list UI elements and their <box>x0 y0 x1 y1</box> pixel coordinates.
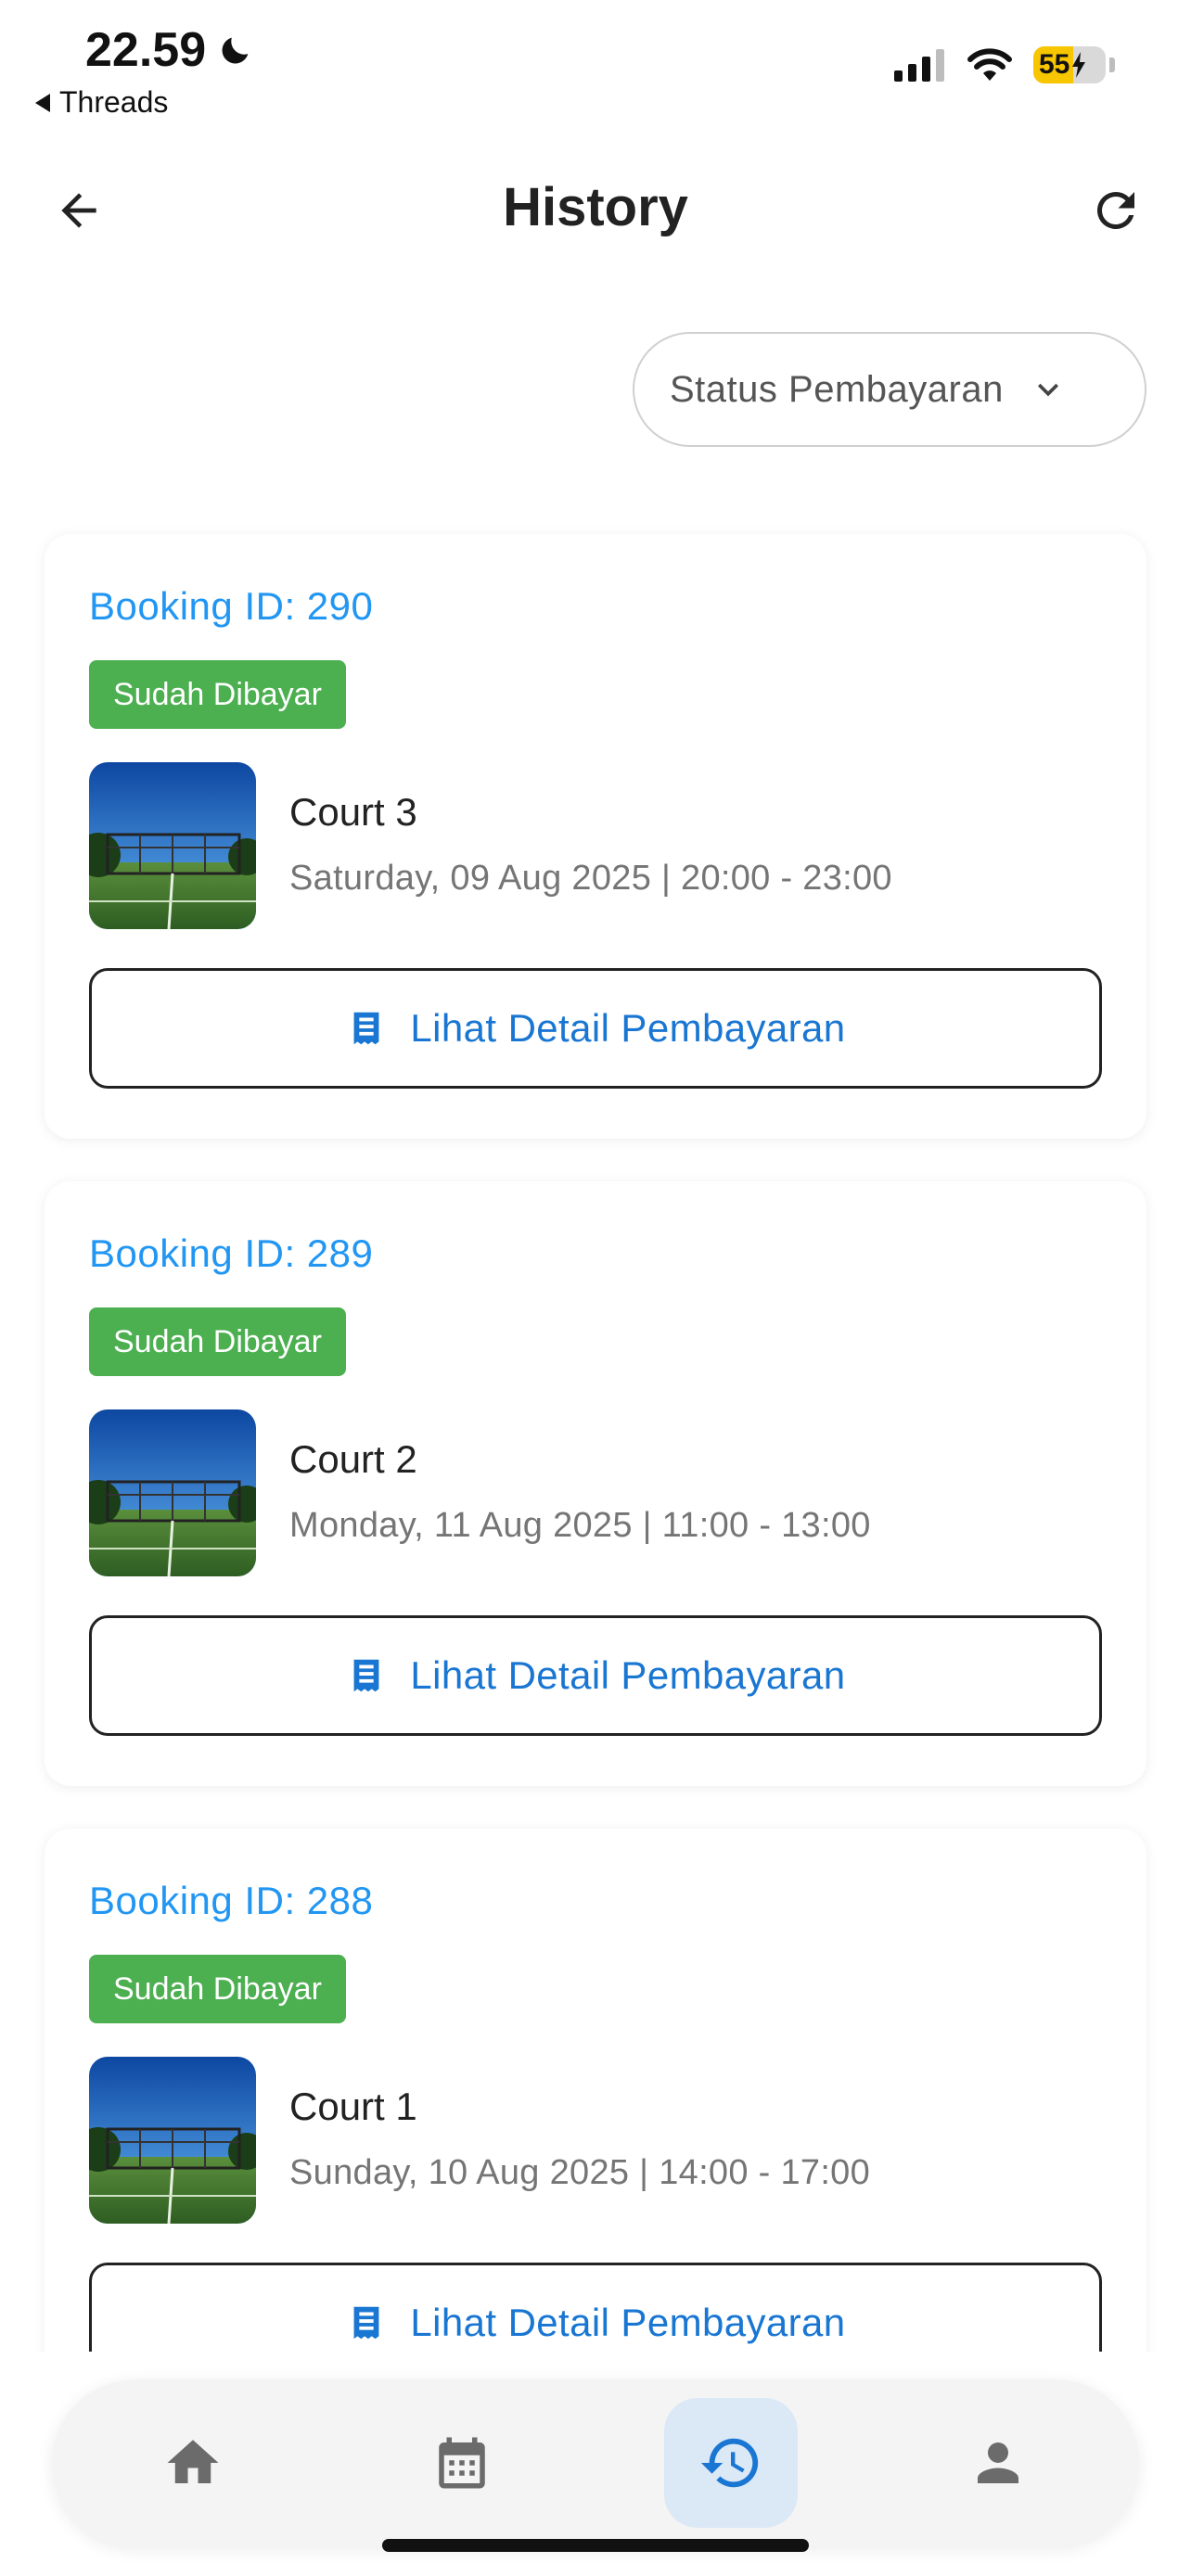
calendar-icon <box>439 2437 485 2489</box>
view-payment-detail-label: Lihat Detail Pembayaran <box>410 2301 846 2344</box>
booking-id: Booking ID: 288 <box>89 1879 374 1922</box>
nav-home[interactable] <box>126 2398 260 2528</box>
court-name: Court 2 <box>289 1437 417 1481</box>
battery-level: 55 <box>1039 49 1070 80</box>
booking-card: Booking ID: 288 Sudah Dibayar Court 1 Su… <box>45 1829 1146 2433</box>
court-thumbnail <box>89 762 256 929</box>
bottom-navigation <box>52 2379 1139 2546</box>
booking-id: Booking ID: 289 <box>89 1231 374 1275</box>
chevron-down-icon <box>1037 383 1058 397</box>
app-bar: History <box>0 158 1191 260</box>
clock-time: 22.59 <box>85 23 207 77</box>
status-badge: Sudah Dibayar <box>89 1307 346 1376</box>
status-bar: 22.59 Threads 55 <box>0 0 1191 130</box>
court-thumbnail <box>89 1409 256 1576</box>
view-payment-detail-button[interactable]: Lihat Detail Pembayaran <box>89 968 1102 1089</box>
booking-card: Booking ID: 290 Sudah Dibayar Court 3 Sa… <box>45 534 1146 1139</box>
refresh-icon <box>1096 191 1134 229</box>
payment-status-filter[interactable]: Status Pembayaran <box>633 332 1146 447</box>
court-name: Court 1 <box>289 2085 417 2128</box>
status-badge: Sudah Dibayar <box>89 1955 346 2023</box>
back-app-label: Threads <box>59 85 169 119</box>
back-to-app[interactable]: Threads <box>35 85 168 120</box>
receipt-icon <box>354 2306 379 2340</box>
court-thumbnail <box>89 2057 256 2224</box>
view-payment-detail-label: Lihat Detail Pembayaran <box>410 1006 846 1050</box>
nav-history[interactable] <box>664 2398 798 2528</box>
booking-schedule: Saturday, 09 Aug 2025 | 20:00 - 23:00 <box>289 859 892 898</box>
booking-schedule: Monday, 11 Aug 2025 | 11:00 - 13:00 <box>289 1506 871 1545</box>
battery-indicator: 55 <box>1033 46 1106 83</box>
booking-card: Booking ID: 289 Sudah Dibayar Court 2 Mo… <box>45 1181 1146 1786</box>
wifi-icon <box>967 48 1012 81</box>
nav-profile[interactable] <box>931 2398 1065 2528</box>
system-icons: 55 <box>894 46 1115 83</box>
charging-bolt-icon <box>1072 52 1086 78</box>
booking-id: Booking ID: 290 <box>89 584 374 628</box>
booking-list: Booking ID: 290 Sudah Dibayar Court 3 Sa… <box>45 534 1146 2476</box>
nav-calendar[interactable] <box>395 2398 529 2528</box>
court-name: Court 3 <box>289 790 417 834</box>
cellular-signal-icon <box>894 49 944 82</box>
moon-icon <box>222 37 249 64</box>
view-payment-detail-button[interactable]: Lihat Detail Pembayaran <box>89 1615 1102 1736</box>
home-indicator[interactable] <box>382 2539 809 2552</box>
view-payment-detail-label: Lihat Detail Pembayaran <box>410 1653 846 1697</box>
history-icon <box>700 2438 759 2488</box>
person-icon <box>978 2442 1018 2483</box>
clock: 22.59 <box>85 22 254 78</box>
home-icon <box>167 2440 219 2483</box>
page-title: History <box>503 177 688 237</box>
back-triangle-icon <box>35 93 50 112</box>
receipt-icon <box>354 1012 379 1045</box>
booking-schedule: Sunday, 10 Aug 2025 | 14:00 - 17:00 <box>289 2153 871 2192</box>
filter-label: Status Pembayaran <box>670 368 1004 410</box>
battery-cap <box>1109 57 1115 72</box>
status-badge: Sudah Dibayar <box>89 660 346 729</box>
receipt-icon <box>354 1659 379 1692</box>
refresh-button[interactable] <box>1083 178 1148 243</box>
